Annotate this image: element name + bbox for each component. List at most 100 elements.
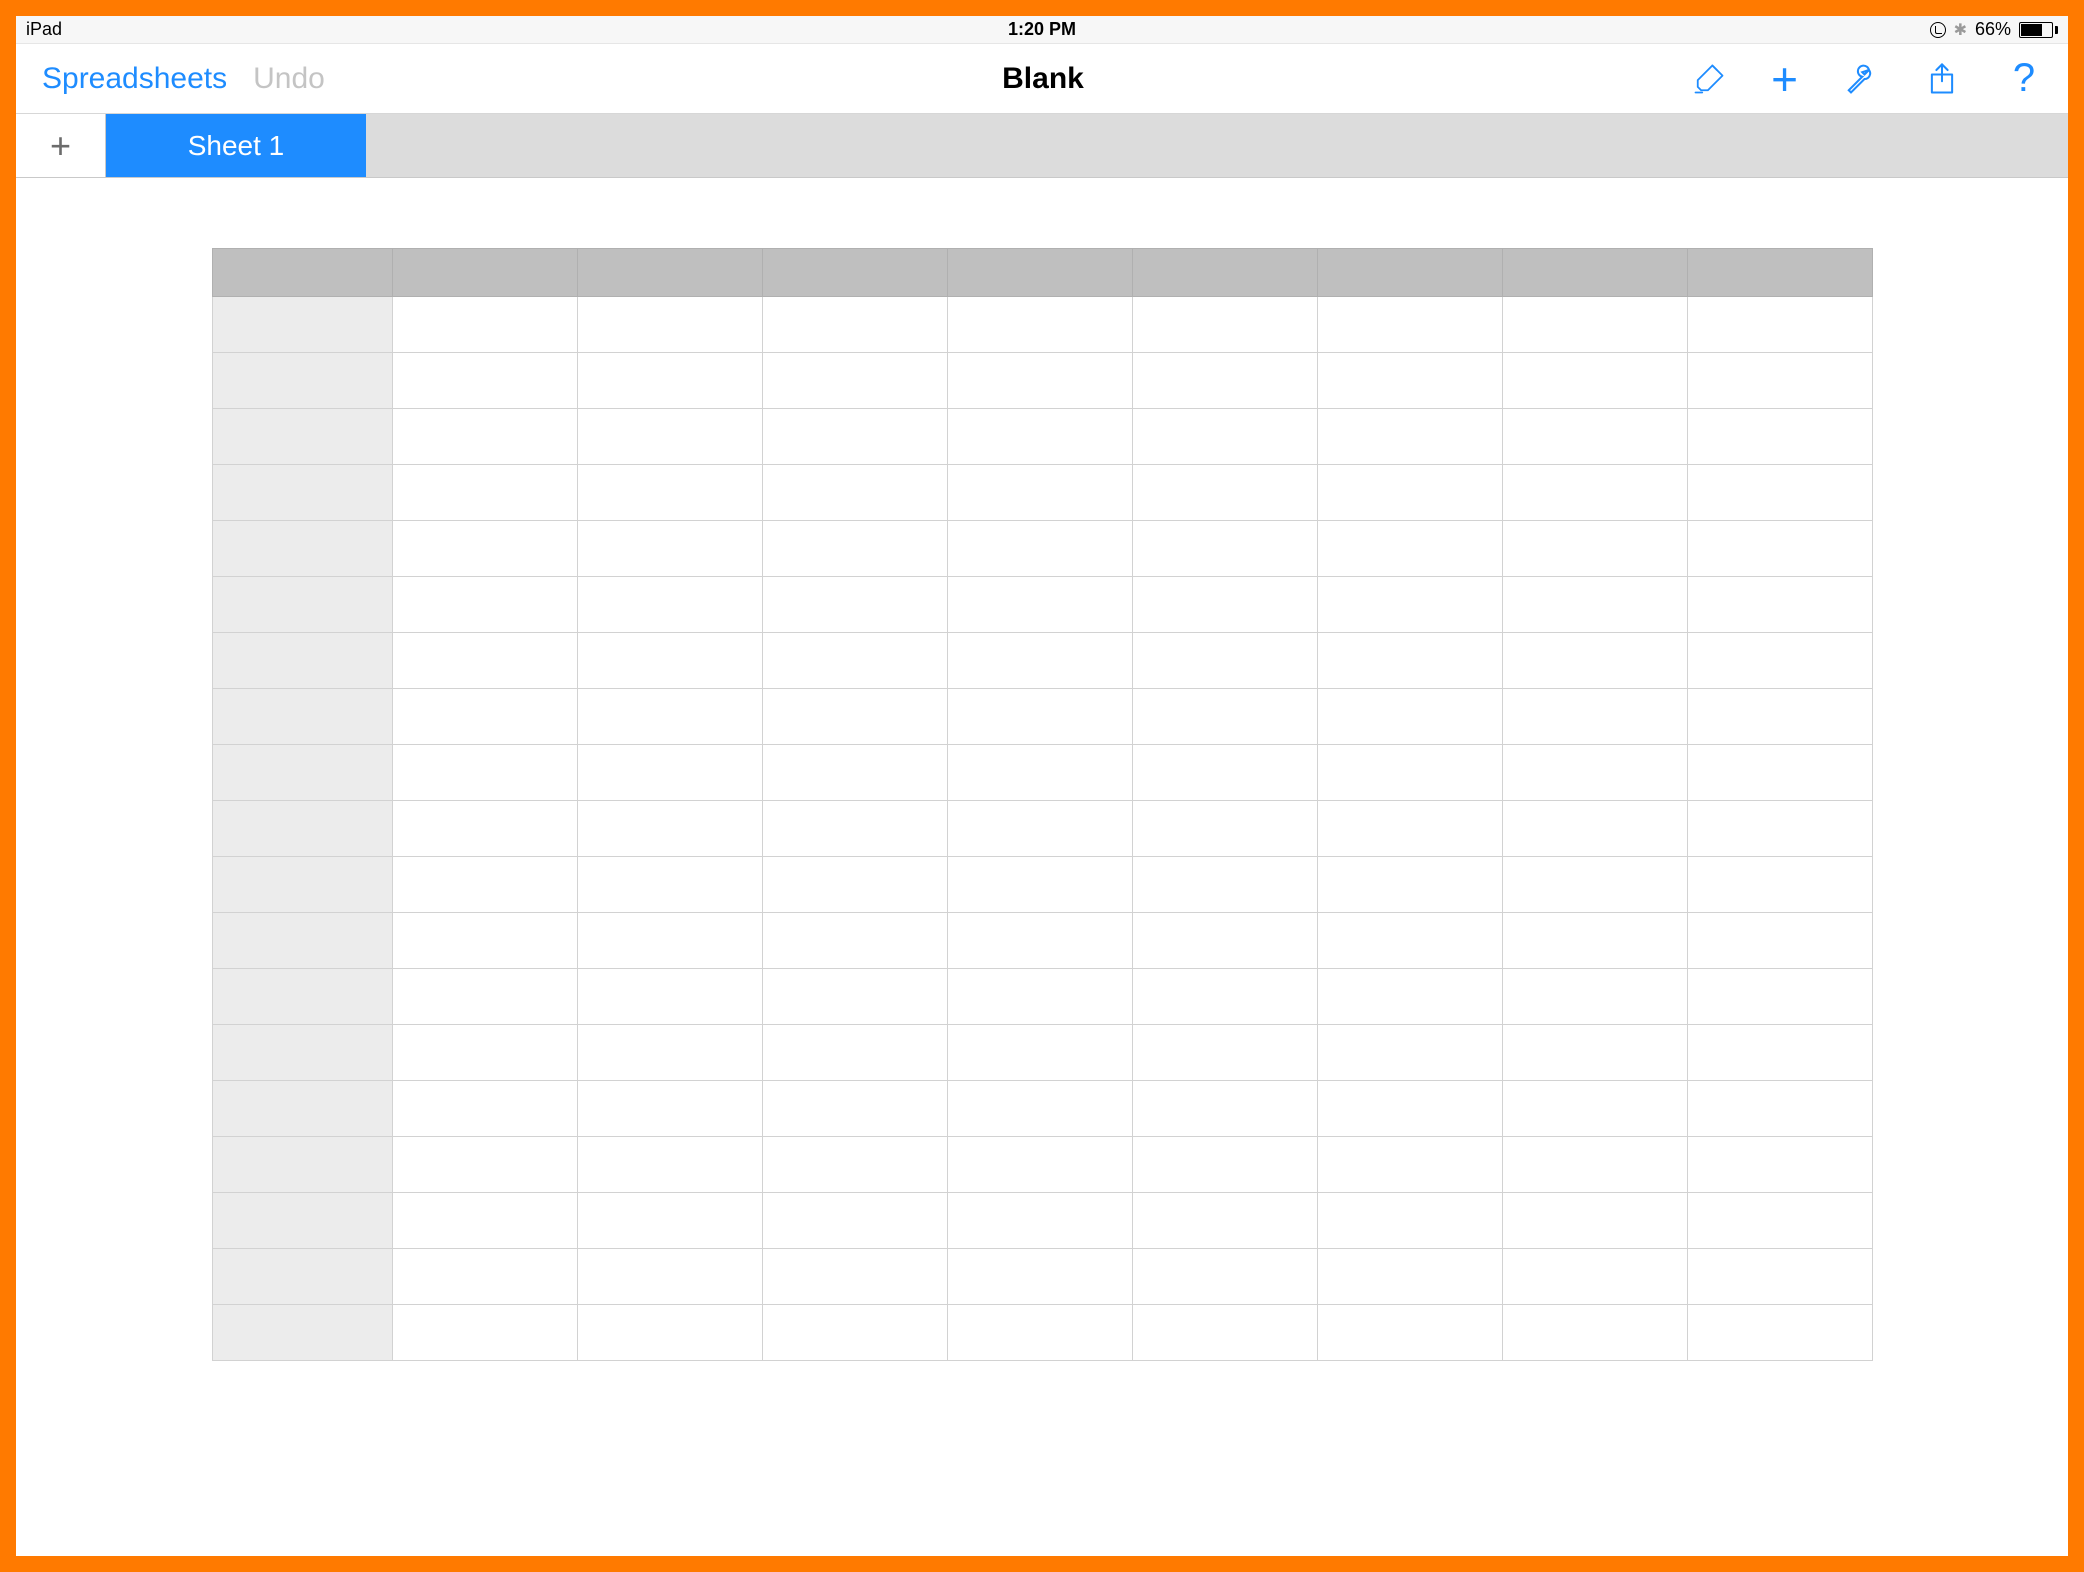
row-header-cell[interactable] <box>212 1025 392 1081</box>
cell[interactable] <box>1132 521 1317 577</box>
row-header-cell[interactable] <box>212 913 392 969</box>
table-row[interactable] <box>212 521 1872 577</box>
cell[interactable] <box>1502 465 1687 521</box>
cell[interactable] <box>947 409 1132 465</box>
cell[interactable] <box>1132 745 1317 801</box>
cell[interactable] <box>1502 1137 1687 1193</box>
cell[interactable] <box>947 801 1132 857</box>
cell[interactable] <box>392 577 577 633</box>
cell[interactable] <box>1687 913 1872 969</box>
cell[interactable] <box>762 913 947 969</box>
cell[interactable] <box>1317 689 1502 745</box>
cell[interactable] <box>762 801 947 857</box>
table-row[interactable] <box>212 353 1872 409</box>
cell[interactable] <box>1317 745 1502 801</box>
cell[interactable] <box>577 521 762 577</box>
cell[interactable] <box>947 1193 1132 1249</box>
cell[interactable] <box>1132 1305 1317 1361</box>
cell[interactable] <box>577 689 762 745</box>
table-row[interactable] <box>212 857 1872 913</box>
table-row[interactable] <box>212 745 1872 801</box>
row-header-cell[interactable] <box>212 1249 392 1305</box>
cell[interactable] <box>947 521 1132 577</box>
cell[interactable] <box>762 353 947 409</box>
cell[interactable] <box>392 913 577 969</box>
cell[interactable] <box>1317 1025 1502 1081</box>
cell[interactable] <box>1687 577 1872 633</box>
cell[interactable] <box>1317 913 1502 969</box>
spreadsheet-grid[interactable] <box>212 248 1873 1361</box>
cell[interactable] <box>1502 577 1687 633</box>
row-header-cell[interactable] <box>212 1193 392 1249</box>
cell[interactable] <box>947 969 1132 1025</box>
cell[interactable] <box>1317 465 1502 521</box>
cell[interactable] <box>1687 1305 1872 1361</box>
cell[interactable] <box>1132 1137 1317 1193</box>
cell[interactable] <box>392 409 577 465</box>
table-row[interactable] <box>212 801 1872 857</box>
row-header-cell[interactable] <box>212 633 392 689</box>
row-header-cell[interactable] <box>212 1305 392 1361</box>
cell[interactable] <box>1687 745 1872 801</box>
cell[interactable] <box>577 801 762 857</box>
cell[interactable] <box>1502 297 1687 353</box>
cell[interactable] <box>1687 297 1872 353</box>
cell[interactable] <box>1687 465 1872 521</box>
cell[interactable] <box>392 1137 577 1193</box>
cell[interactable] <box>1687 1193 1872 1249</box>
cell[interactable] <box>1502 409 1687 465</box>
cell[interactable] <box>577 353 762 409</box>
cell[interactable] <box>577 745 762 801</box>
cell[interactable] <box>577 1081 762 1137</box>
row-header-cell[interactable] <box>212 801 392 857</box>
undo-button[interactable]: Undo <box>253 62 325 96</box>
row-header-cell[interactable] <box>212 745 392 801</box>
column-header[interactable] <box>577 249 762 297</box>
cell[interactable] <box>1132 577 1317 633</box>
cell[interactable] <box>577 857 762 913</box>
cell[interactable] <box>392 801 577 857</box>
cell[interactable] <box>577 969 762 1025</box>
table-row[interactable] <box>212 409 1872 465</box>
cell[interactable] <box>1132 297 1317 353</box>
cell[interactable] <box>577 1025 762 1081</box>
table-row[interactable] <box>212 577 1872 633</box>
cell[interactable] <box>1132 1081 1317 1137</box>
cell[interactable] <box>577 1249 762 1305</box>
cell[interactable] <box>1317 1137 1502 1193</box>
row-header-cell[interactable] <box>212 465 392 521</box>
cell[interactable] <box>762 1137 947 1193</box>
cell[interactable] <box>762 465 947 521</box>
cell[interactable] <box>1687 1249 1872 1305</box>
cell[interactable] <box>577 1137 762 1193</box>
cell[interactable] <box>392 857 577 913</box>
column-header[interactable] <box>1132 249 1317 297</box>
cell[interactable] <box>762 409 947 465</box>
cell[interactable] <box>762 1081 947 1137</box>
cell[interactable] <box>1317 801 1502 857</box>
cell[interactable] <box>1502 1025 1687 1081</box>
cell[interactable] <box>1502 1081 1687 1137</box>
table-row[interactable] <box>212 297 1872 353</box>
cell[interactable] <box>1317 353 1502 409</box>
column-header[interactable] <box>1687 249 1872 297</box>
tools-icon[interactable] <box>1840 59 1880 99</box>
cell[interactable] <box>392 297 577 353</box>
add-sheet-button[interactable]: + <box>16 114 106 177</box>
cell[interactable] <box>947 857 1132 913</box>
cell[interactable] <box>1317 1193 1502 1249</box>
row-header-cell[interactable] <box>212 689 392 745</box>
cell[interactable] <box>947 689 1132 745</box>
cell[interactable] <box>947 577 1132 633</box>
cell[interactable] <box>392 1305 577 1361</box>
cell[interactable] <box>1317 409 1502 465</box>
cell[interactable] <box>1687 1025 1872 1081</box>
cell[interactable] <box>1687 1081 1872 1137</box>
cell[interactable] <box>1132 913 1317 969</box>
cell[interactable] <box>1132 1249 1317 1305</box>
cell[interactable] <box>1687 353 1872 409</box>
column-header[interactable] <box>947 249 1132 297</box>
cell[interactable] <box>1317 297 1502 353</box>
cell[interactable] <box>392 521 577 577</box>
column-header[interactable] <box>1317 249 1502 297</box>
